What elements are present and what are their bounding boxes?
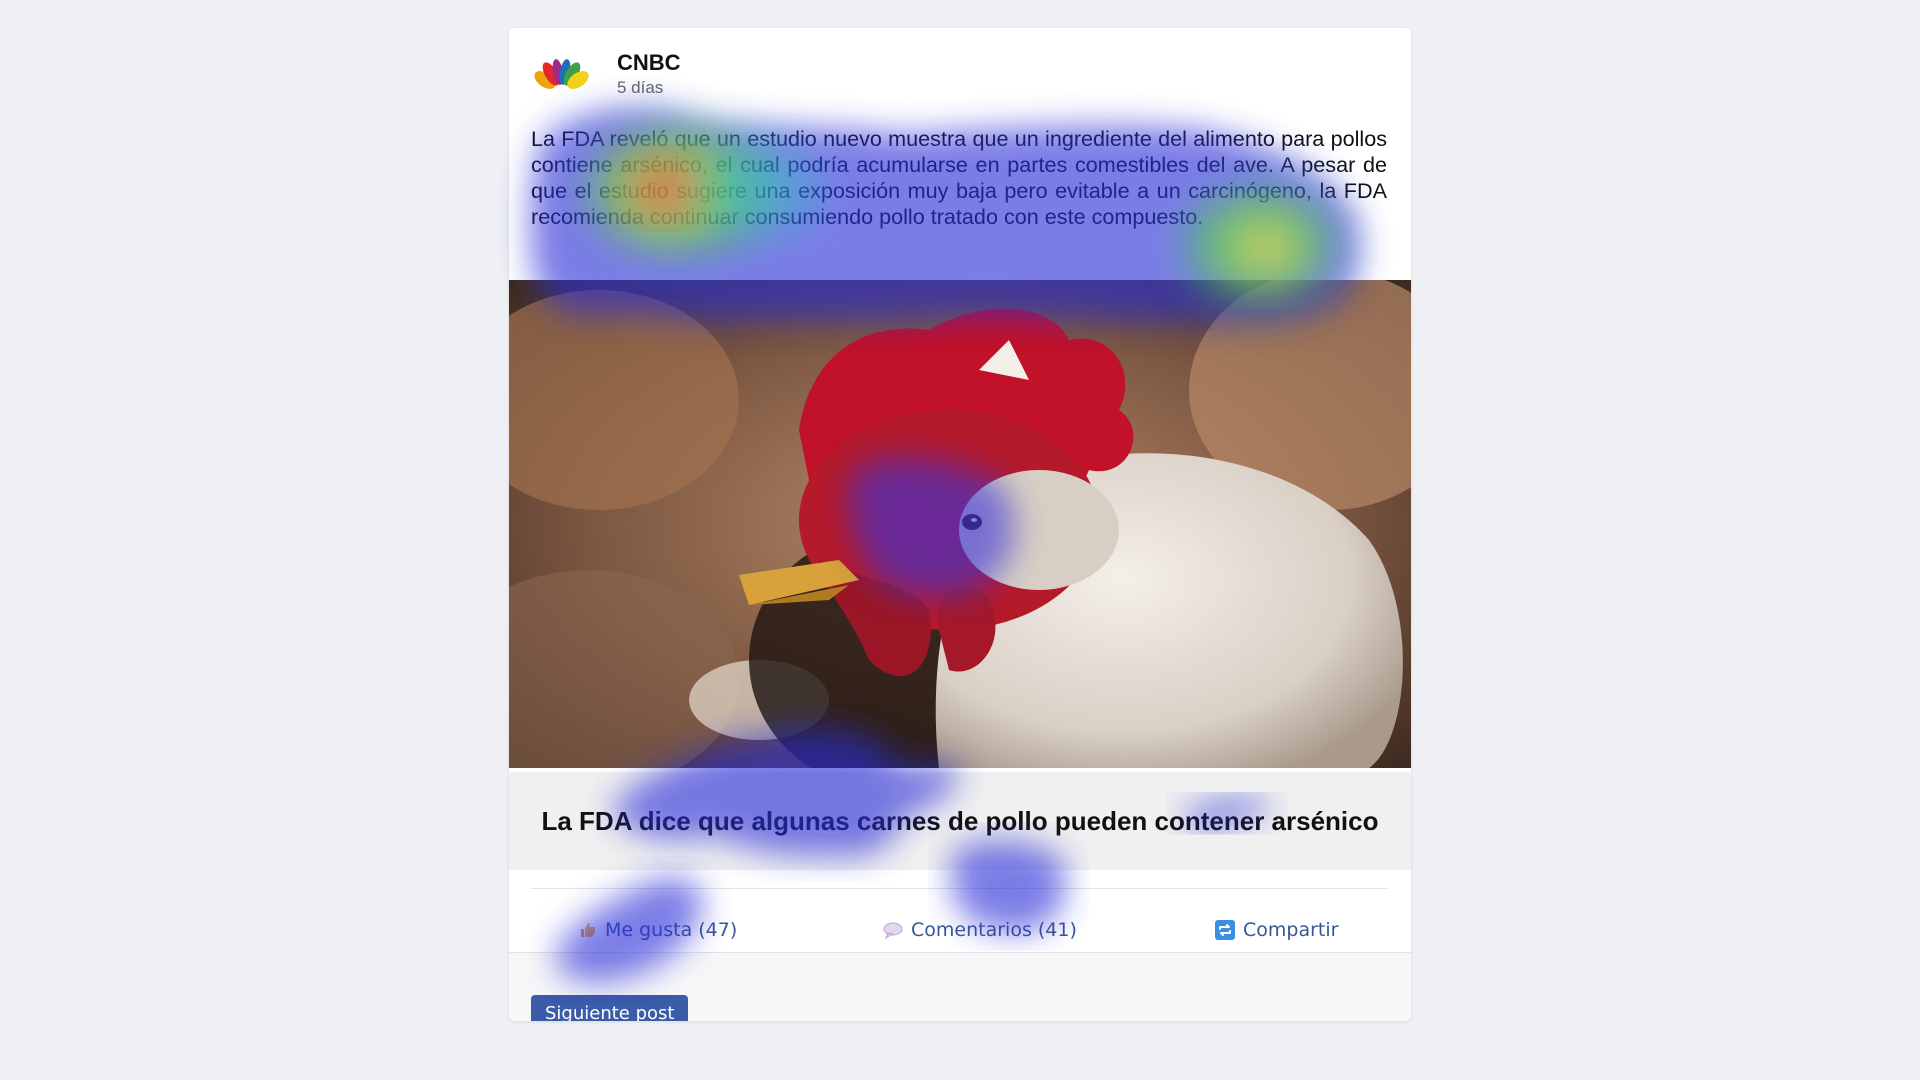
post-source-name[interactable]: CNBC (617, 50, 681, 76)
cnbc-peacock-logo (531, 59, 591, 96)
post-body-text: La FDA reveló que un estudio nuevo muest… (531, 126, 1387, 229)
post-image-rooster[interactable] (509, 280, 1411, 768)
share-button[interactable]: Compartir (1215, 908, 1338, 952)
next-post-button[interactable]: Siguiente post (531, 995, 689, 1021)
post-card: CNBC 5 días La FDA reveló que un estudio… (509, 28, 1411, 1021)
link-preview-title[interactable]: La FDA dice que algunas carnes de pollo … (509, 806, 1411, 837)
share-label: Compartir (1243, 919, 1339, 941)
comments-label: Comentarios (41) (911, 919, 1077, 941)
actions-divider (531, 888, 1387, 889)
link-preview[interactable]: La FDA dice que algunas carnes de pollo … (509, 772, 1411, 870)
like-label: Me gusta (47) (605, 919, 738, 941)
comments-button[interactable]: Comentarios (41) (883, 908, 1077, 952)
like-button[interactable]: Me gusta (47) (579, 908, 737, 952)
share-icon (1215, 920, 1235, 940)
post-footer: Siguiente post (509, 952, 1411, 1021)
thumbs-up-icon (579, 921, 597, 939)
post-actions-bar: Me gusta (47) Comentarios (41) Compartir (509, 908, 1411, 952)
post-timestamp: 5 días (617, 78, 664, 97)
speech-bubble-icon (883, 921, 903, 939)
